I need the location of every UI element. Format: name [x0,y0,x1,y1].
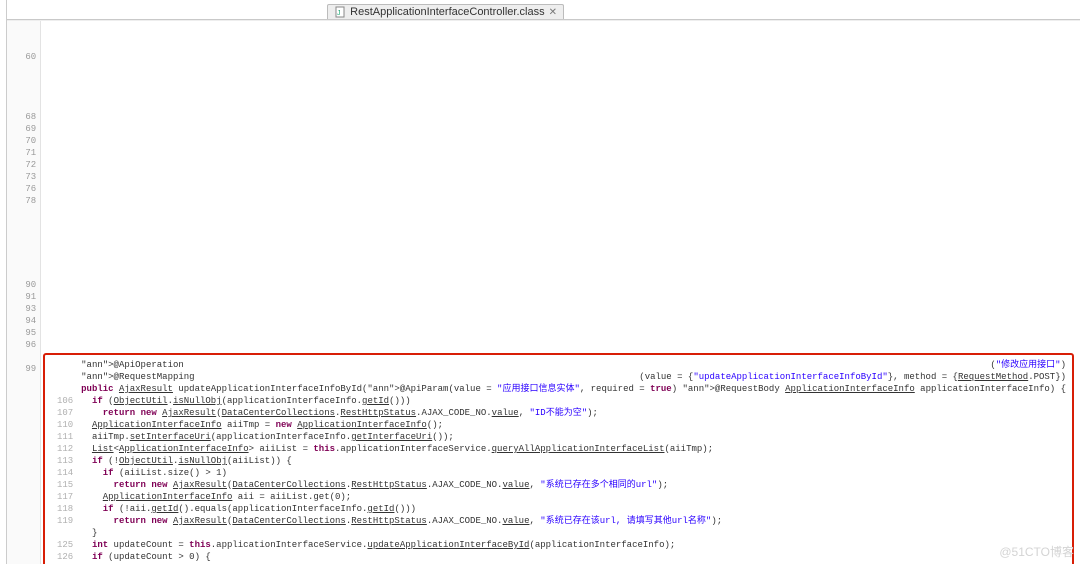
class-file-icon: J [334,6,346,18]
close-icon[interactable]: ✕ [549,7,557,18]
project-tree[interactable]: ▾BOOT-INF ▾classes ▾ ▸analysis ▾app ▸dao… [0,0,7,564]
code-editor[interactable]: "ann">@ApiOperation("修改应用接口")"ann">@Requ… [41,21,1080,564]
svg-text:J: J [337,10,341,17]
highlighted-code-block: "ann">@ApiOperation("修改应用接口")"ann">@Requ… [43,353,1074,564]
line-gutter: 60686970717273767890919394959699 [7,21,41,564]
editor-tab-bar: J RestApplicationInterfaceController.cla… [7,0,1080,20]
tab-title: RestApplicationInterfaceController.class [350,6,544,18]
editor-tab[interactable]: J RestApplicationInterfaceController.cla… [327,4,564,19]
watermark: @51CTO博客 [999,543,1074,560]
